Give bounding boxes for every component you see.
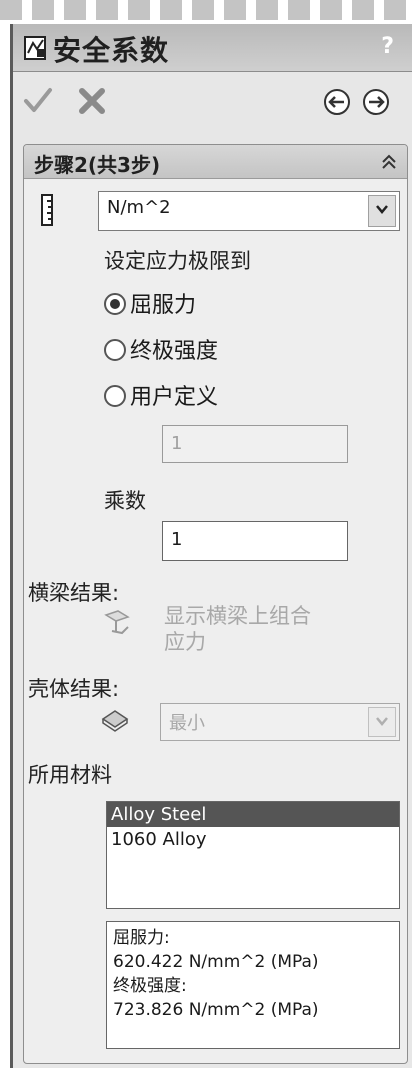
step-group: 步骤2(共3步) N/m^2 设定应力极限到 屈服力 终极强度 用户定义 1 乘…	[23, 144, 408, 1064]
help-button[interactable]: ?	[381, 34, 394, 59]
shell-icon	[100, 707, 130, 737]
beam-option-line1: 显示横梁上组合	[164, 604, 311, 628]
materials-list[interactable]: Alloy Steel 1060 Alloy	[106, 801, 400, 909]
shell-select[interactable]: 最小	[160, 703, 400, 741]
next-arrow-icon[interactable]	[362, 88, 390, 120]
radio-selected-icon[interactable]	[104, 293, 126, 315]
action-row	[13, 76, 412, 126]
units-select[interactable]: N/m^2	[98, 191, 400, 231]
radio-yield-strength[interactable]: 屈服力	[104, 287, 196, 319]
beam-results-label: 横梁结果:	[28, 581, 120, 605]
radio-yield-label: 屈服力	[130, 293, 197, 318]
units-dropdown-arrow-icon[interactable]	[368, 195, 396, 227]
list-item[interactable]: 1060 Alloy	[107, 827, 399, 852]
shell-selected-value: 最小	[169, 713, 205, 734]
radio-ultimate-strength[interactable]: 终极强度	[104, 333, 218, 365]
beam-icon	[102, 607, 132, 641]
ultimate-label: 终极强度:	[113, 976, 187, 996]
radio-unselected-icon[interactable]	[104, 385, 126, 407]
top-dashed-border	[0, 0, 412, 20]
material-properties-box: 屈服力: 620.422 N/mm^2 (MPa) 终极强度: 723.826 …	[106, 921, 400, 1049]
step-title: 步骤2(共3步)	[34, 153, 161, 177]
stress-limit-label: 设定应力极限到	[104, 249, 251, 273]
user-defined-value-input[interactable]: 1	[162, 425, 348, 463]
radio-ultimate-label: 终极强度	[130, 339, 219, 364]
yield-label: 屈服力:	[113, 928, 170, 948]
cancel-x-icon[interactable]	[77, 86, 107, 120]
materials-label: 所用材料	[28, 763, 112, 787]
units-ruler-icon	[38, 193, 58, 231]
radio-user-defined[interactable]: 用户定义	[104, 379, 218, 411]
multiplier-label: 乘数	[104, 489, 146, 513]
shell-results-label: 壳体结果:	[28, 677, 120, 701]
ultimate-value: 723.826 N/mm^2 (MPa)	[113, 1000, 319, 1020]
ok-checkmark-icon[interactable]	[23, 86, 53, 120]
beam-option-line2: 应力	[164, 630, 206, 654]
window-title: 安全系数	[53, 34, 170, 67]
radio-unselected-icon[interactable]	[104, 339, 126, 361]
list-item[interactable]: Alloy Steel	[107, 802, 399, 827]
back-arrow-icon[interactable]	[323, 88, 351, 120]
radio-user-defined-label: 用户定义	[130, 385, 219, 410]
property-manager: 安全系数 ? 步骤2(共3步) N/m^2 设定应力极限到 屈服力 终极强度 用…	[10, 24, 412, 1068]
shell-dropdown-arrow-icon[interactable]	[368, 707, 396, 737]
step-header[interactable]: 步骤2(共3步)	[24, 145, 407, 179]
safety-factor-icon	[23, 35, 49, 61]
title-bar: 安全系数 ?	[13, 24, 412, 72]
beam-combined-stress-option[interactable]: 显示横梁上组合 应力	[164, 603, 364, 655]
collapse-chevron-icon[interactable]	[381, 153, 397, 175]
yield-value: 620.422 N/mm^2 (MPa)	[113, 952, 319, 972]
units-selected-value: N/m^2	[107, 197, 171, 218]
multiplier-input[interactable]: 1	[162, 521, 348, 561]
